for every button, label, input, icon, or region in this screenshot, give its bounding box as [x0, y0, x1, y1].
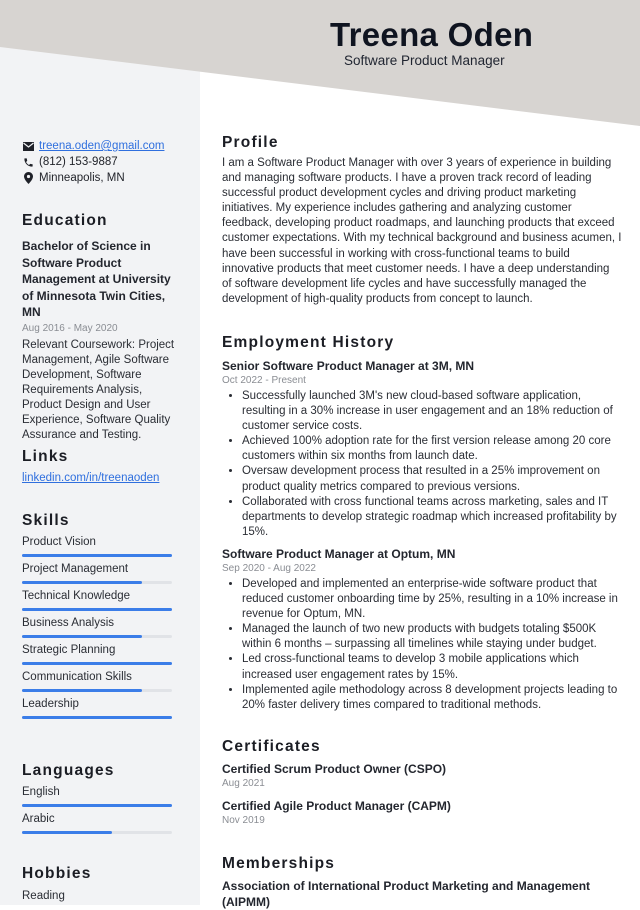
- skill-label: Communication Skills: [22, 671, 132, 683]
- skill-label: Business Analysis: [22, 617, 115, 629]
- language-level-fill: [22, 831, 112, 834]
- employment-heading: Employment History: [222, 334, 395, 351]
- candidate-title: Software Product Manager: [344, 53, 505, 68]
- contact-phone: (812) 153-9887: [22, 154, 182, 170]
- hobbies-heading: Hobbies: [22, 865, 92, 882]
- skill-item: Product Vision: [22, 535, 182, 557]
- candidate-name: Treena Oden: [330, 16, 534, 53]
- language-level-fill: [22, 804, 172, 807]
- job-bullet: Successfully launched 3M's new cloud-bas…: [242, 389, 622, 434]
- skill-label: Leadership: [22, 698, 79, 710]
- job-bullets: Developed and implemented an enterprise-…: [222, 577, 622, 713]
- skill-level-fill: [22, 716, 172, 719]
- language-label: English: [22, 786, 60, 798]
- job-bullet: Achieved 100% adoption rate for the firs…: [242, 434, 622, 464]
- skill-label: Strategic Planning: [22, 644, 116, 656]
- languages-section: Languages English Arabic: [22, 762, 182, 834]
- certificate-date: Aug 2021: [222, 778, 265, 789]
- skill-level-fill: [22, 635, 142, 638]
- skill-level-bar: [22, 716, 172, 719]
- links-heading: Links: [22, 448, 69, 465]
- skill-item: Business Analysis: [22, 616, 182, 638]
- phone-number: (812) 153-9887: [39, 156, 118, 168]
- skill-label: Product Vision: [22, 536, 96, 548]
- email-link[interactable]: treena.oden@gmail.com: [39, 138, 164, 154]
- language-item: English: [22, 785, 182, 807]
- links-section: Links linkedin.com/in/treenaoden: [22, 448, 182, 484]
- language-label: Arabic: [22, 813, 55, 825]
- skills-heading: Skills: [22, 512, 70, 529]
- skill-level-fill: [22, 554, 172, 557]
- skill-label: Technical Knowledge: [22, 590, 131, 602]
- job-entry: Software Product Manager at Optum, MN Sep…: [222, 546, 622, 713]
- envelope-icon: [22, 140, 34, 152]
- skill-item: Communication Skills: [22, 670, 182, 692]
- job-bullet: Oversaw development process that resulte…: [242, 464, 622, 494]
- hobby-item: Reading: [22, 890, 65, 902]
- job-bullet: Implemented agile methodology across 8 d…: [242, 683, 622, 713]
- language-level-bar: [22, 804, 172, 807]
- skill-level-fill: [22, 608, 172, 611]
- location-text: Minneapolis, MN: [39, 172, 125, 184]
- skill-item: Leadership: [22, 697, 182, 719]
- certificates-heading: Certificates: [222, 738, 321, 755]
- job-bullet: Led cross-functional teams to develop 3 …: [242, 652, 622, 682]
- education-heading: Education: [22, 212, 108, 229]
- job-bullet: Collaborated with cross functional teams…: [242, 495, 622, 540]
- skill-item: Strategic Planning: [22, 643, 182, 665]
- phone-icon: [22, 156, 34, 168]
- profile-section: Profile I am a Software Product Manager …: [222, 134, 622, 307]
- contact-email: treena.oden@gmail.com: [22, 138, 182, 154]
- skill-level-fill: [22, 689, 142, 692]
- language-item: Arabic: [22, 812, 182, 834]
- job-bullet: Managed the launch of two new products w…: [242, 622, 622, 652]
- memberships-section: Memberships Association of International…: [222, 855, 622, 910]
- certificate-entry: Certified Scrum Product Owner (CSPO) Aug …: [222, 761, 622, 791]
- job-bullet: Developed and implemented an enterprise-…: [242, 577, 622, 622]
- certificate-date: Nov 2019: [222, 815, 265, 826]
- skill-level-bar: [22, 608, 172, 611]
- education-section: Education Bachelor of Science in Softwar…: [22, 212, 182, 443]
- education-dates: Aug 2016 - May 2020: [22, 322, 118, 334]
- education-details: Relevant Coursework: Project Management,…: [22, 338, 175, 441]
- contact-location: Minneapolis, MN: [22, 170, 182, 186]
- hobbies-section: Hobbies Reading: [22, 865, 182, 904]
- skill-item: Technical Knowledge: [22, 589, 182, 611]
- education-degree: Bachelor of Science in Software Product …: [22, 239, 171, 319]
- map-pin-icon: [22, 172, 34, 184]
- profile-text: I am a Software Product Manager with ove…: [222, 157, 622, 305]
- skill-level-bar: [22, 635, 172, 638]
- skill-level-fill: [22, 662, 172, 665]
- job-bullets: Successfully launched 3M's new cloud-bas…: [222, 389, 622, 540]
- language-level-bar: [22, 831, 172, 834]
- job-title: Senior Software Product Manager at 3M, M…: [222, 359, 475, 373]
- skill-level-fill: [22, 581, 142, 584]
- job-entry: Senior Software Product Manager at 3M, M…: [222, 358, 622, 540]
- membership-item: Association of International Product Mar…: [222, 879, 591, 909]
- linkedin-link[interactable]: linkedin.com/in/treenaoden: [22, 472, 182, 484]
- job-dates: Sep 2020 - Aug 2022: [222, 562, 316, 574]
- header-band: [0, 0, 640, 140]
- certificate-entry: Certified Agile Product Manager (CAPM) No…: [222, 798, 622, 828]
- skill-level-bar: [22, 662, 172, 665]
- employment-section: Employment History Senior Software Produ…: [222, 334, 622, 713]
- certificate-name: Certified Scrum Product Owner (CSPO): [222, 762, 447, 776]
- contact-info: treena.oden@gmail.com (812) 153-9887 Min…: [22, 138, 182, 186]
- languages-heading: Languages: [22, 762, 115, 779]
- memberships-heading: Memberships: [222, 855, 336, 872]
- skill-item: Project Management: [22, 562, 182, 584]
- certificate-name: Certified Agile Product Manager (CAPM): [222, 799, 451, 813]
- skill-level-bar: [22, 689, 172, 692]
- skill-level-bar: [22, 581, 172, 584]
- profile-heading: Profile: [222, 134, 279, 151]
- skills-section: Skills Product Vision Project Management T…: [22, 512, 182, 719]
- skill-label: Project Management: [22, 563, 129, 575]
- skill-level-bar: [22, 554, 172, 557]
- job-dates: Oct 2022 - Present: [222, 375, 306, 386]
- certificates-section: Certificates Certified Scrum Product Own…: [222, 738, 622, 828]
- job-title: Software Product Manager at Optum, MN: [222, 546, 456, 561]
